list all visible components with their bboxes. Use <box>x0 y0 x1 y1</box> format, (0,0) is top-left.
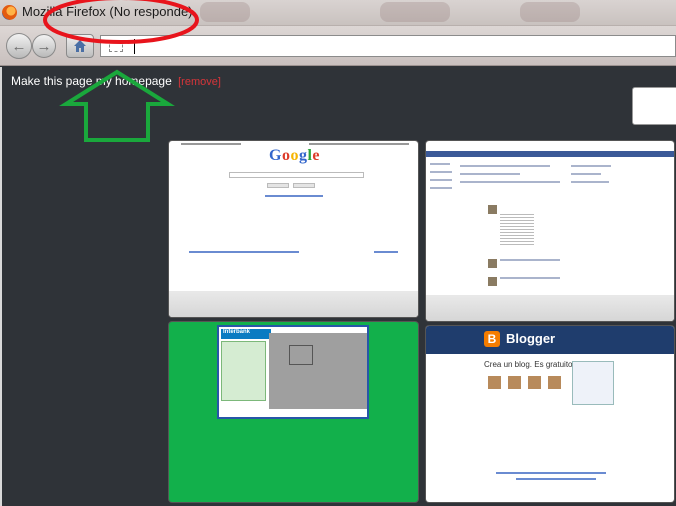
back-button[interactable]: ← <box>6 33 32 59</box>
title-bar: Mozilla Firefox (No responde) <box>0 0 676 26</box>
thumbnail-image <box>488 376 501 389</box>
thumbnail-text <box>460 165 550 167</box>
thumbnail-button <box>267 183 289 188</box>
thumbnail-text <box>374 251 398 253</box>
interbank-logo: Interbank <box>221 329 271 339</box>
tile-reflection <box>169 291 418 317</box>
thumbnail-text <box>309 143 409 145</box>
thumbnail-text <box>430 171 452 173</box>
thumbnail-image <box>488 259 497 268</box>
thumbnail-text <box>460 181 560 183</box>
homepage-prompt: Make this page my homepage [remove] <box>11 74 221 88</box>
thumbnail-button <box>293 183 315 188</box>
forward-arrow-icon: → <box>36 37 52 55</box>
thumbnail-text <box>500 259 560 261</box>
thumbnail-text <box>430 163 450 165</box>
thumbnail-image <box>508 376 521 389</box>
home-button[interactable] <box>66 34 94 58</box>
blogger-logo-icon: B <box>484 331 500 347</box>
blurred-background <box>200 2 250 22</box>
thumbnail-text <box>460 173 520 175</box>
thumbnail-dialog <box>289 345 313 365</box>
thumbnail-text <box>496 472 606 474</box>
thumbnail-text <box>265 195 323 197</box>
side-panel-box <box>632 87 676 125</box>
tile-reflection <box>426 295 674 321</box>
blogger-header: B Blogger <box>426 326 674 354</box>
thumbnail-text <box>189 251 299 253</box>
thumbnail-form <box>572 361 614 405</box>
remove-link[interactable]: [remove] <box>178 76 221 88</box>
firefox-icon <box>2 5 17 20</box>
blurred-background <box>520 2 580 22</box>
thumbnail-search-box <box>229 172 364 178</box>
url-bar[interactable] <box>100 35 676 57</box>
thumbnail-text <box>571 165 611 167</box>
thumbnail-image <box>528 376 541 389</box>
new-tab-page: Make this page my homepage [remove] Goog… <box>0 67 676 506</box>
thumbnail-text <box>571 181 609 183</box>
thumbnail-text <box>500 277 560 279</box>
thumbnail-text <box>430 179 452 181</box>
thumbnail-image <box>488 205 497 214</box>
thumbnail-text <box>181 143 241 145</box>
facebook-header <box>426 151 674 157</box>
google-logo: Google <box>269 147 321 164</box>
url-input[interactable] <box>135 37 655 55</box>
thumbnail-overlay <box>269 333 367 409</box>
navigation-toolbar: ← → <box>0 26 676 66</box>
page-favicon-icon <box>109 40 123 52</box>
blogger-subtitle: Crea un blog. Es gratuito. <box>484 360 575 369</box>
home-icon <box>74 40 86 52</box>
speed-dial-tile-facebook[interactable] <box>426 141 674 321</box>
thumbnail-text <box>516 478 596 480</box>
speed-dial-tile-google[interactable]: Google <box>169 141 418 317</box>
speed-dial-tile-interbank[interactable]: Interbank <box>169 322 418 502</box>
back-arrow-icon: ← <box>11 37 27 55</box>
make-homepage-link[interactable]: Make this page my homepage <box>11 74 172 88</box>
speed-dial-tile-blogger[interactable]: B Blogger Crea un blog. Es gratuito. <box>426 326 674 502</box>
thumbnail-image <box>500 213 534 247</box>
blogger-title: Blogger <box>506 331 556 346</box>
forward-button[interactable]: → <box>32 34 56 58</box>
thumbnail-image <box>548 376 561 389</box>
window-title: Mozilla Firefox (No responde) <box>22 4 193 19</box>
thumbnail-image <box>488 277 497 286</box>
login-panel <box>221 341 266 401</box>
blurred-background <box>380 2 450 22</box>
thumbnail-text <box>571 173 601 175</box>
thumbnail-text <box>430 187 452 189</box>
interbank-thumbnail: Interbank <box>217 325 369 419</box>
